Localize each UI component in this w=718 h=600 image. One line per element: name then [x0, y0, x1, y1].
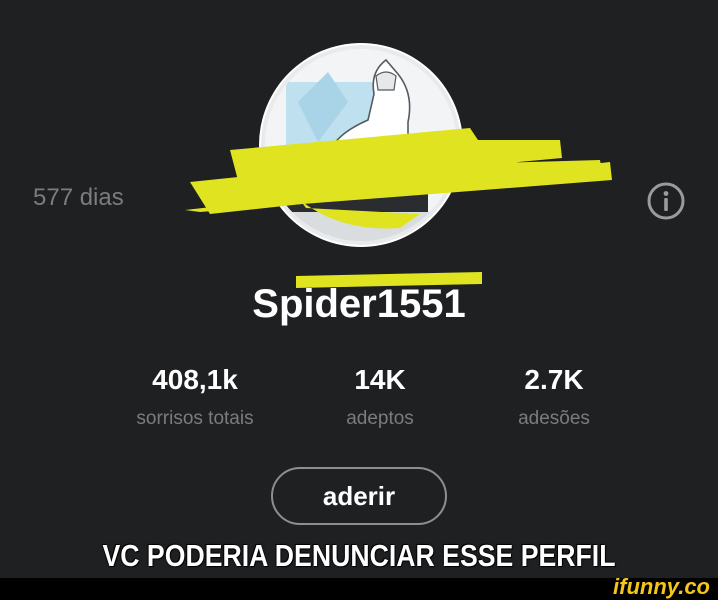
join-button[interactable]: aderir	[271, 467, 447, 525]
info-icon[interactable]	[646, 181, 686, 221]
username: Spider1551	[252, 282, 466, 326]
caption-bar	[0, 578, 718, 600]
days-counter: 577 dias	[33, 184, 124, 211]
watermark-logo: ifunny.co	[613, 574, 710, 599]
stat-subscriptions[interactable]: 2.7K adesões	[444, 364, 664, 430]
stat-subscriptions-label: adesões	[518, 408, 590, 429]
stat-subscriptions-value: 2.7K	[524, 364, 584, 395]
avatar-image	[259, 43, 463, 247]
meme-caption: VC PODERIA DENUNCIAR ESSE PERFIL	[102, 538, 616, 573]
avatar[interactable]	[258, 42, 464, 248]
